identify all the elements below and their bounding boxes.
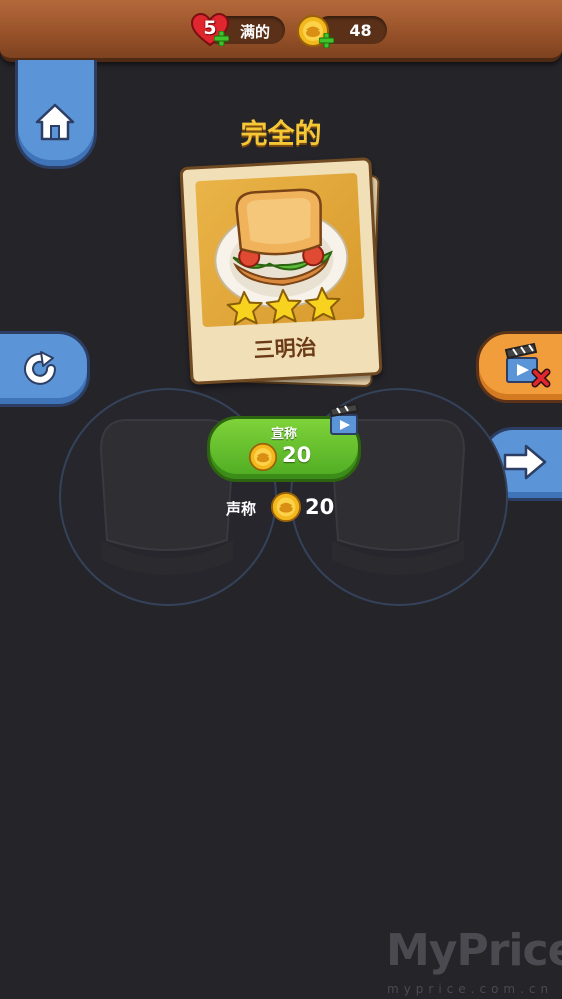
recipe-card: 三明治 xyxy=(179,157,383,385)
free-claim-label[interactable]: 声称 xyxy=(226,498,256,519)
video-clapper-icon xyxy=(504,342,551,388)
watermark: MyPrice xyxy=(386,925,562,976)
add-coins-plus-icon[interactable] xyxy=(319,33,334,48)
refresh-icon xyxy=(24,351,56,385)
watch-ad-skip-button[interactable] xyxy=(476,331,562,403)
video-ad-icon xyxy=(328,403,360,435)
coins-count: 48 xyxy=(349,21,372,40)
three-stars-rating xyxy=(226,286,341,326)
add-lives-plus-icon[interactable] xyxy=(214,31,229,46)
coin-icon xyxy=(248,442,278,472)
restart-button[interactable] xyxy=(0,331,90,407)
arrow-right-icon xyxy=(503,444,547,480)
watermark-url: myprice.com.cn xyxy=(387,982,554,996)
coin-icon xyxy=(270,491,302,523)
recipe-name: 三明治 xyxy=(252,335,318,363)
lives-status-label: 满的 xyxy=(240,23,271,41)
result-title: 完全的 xyxy=(240,119,322,150)
free-claim-amount: 20 xyxy=(305,495,335,519)
claim-amount: 20 xyxy=(282,443,312,467)
